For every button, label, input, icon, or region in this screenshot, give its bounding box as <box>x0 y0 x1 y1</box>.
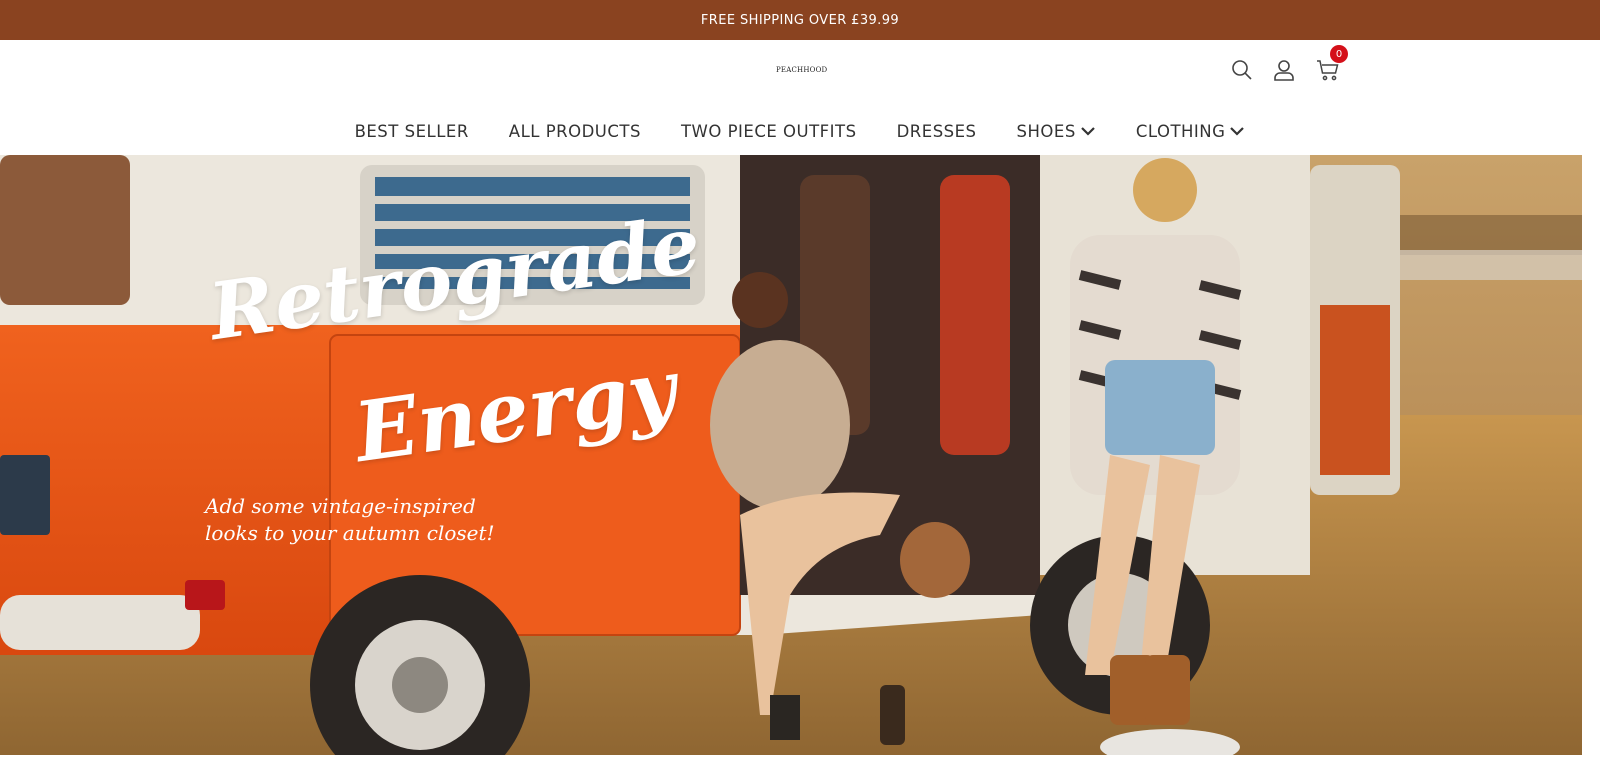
nav-item-two-piece-outfits[interactable]: TWO PIECE OUTFITS <box>681 118 857 144</box>
nav-item-label: TWO PIECE OUTFITS <box>680 121 857 141</box>
search-icon <box>1230 58 1254 87</box>
account-button[interactable] <box>1269 57 1299 87</box>
cart-count-badge: 0 <box>1330 45 1348 63</box>
announcement-text: FREE SHIPPING OVER £39.99 <box>700 12 900 28</box>
nav-item-all-products[interactable]: ALL PRODUCTS <box>509 118 641 144</box>
hero-banner: Retrograde Energy Add some vintage-inspi… <box>0 155 1582 755</box>
nav-item-label: DRESSES <box>896 121 977 141</box>
search-button[interactable] <box>1227 57 1257 87</box>
nav-item-clothing[interactable]: CLOTHING <box>1136 118 1246 144</box>
chevron-down-icon <box>1230 127 1245 136</box>
logo[interactable]: PEACHHOOD <box>776 66 827 74</box>
nav-item-label: ALL PRODUCTS <box>508 121 641 141</box>
chevron-down-icon <box>1081 127 1095 136</box>
nav-item-best-seller[interactable]: BEST SELLER <box>355 118 469 144</box>
nav-item-dresses[interactable]: DRESSES <box>897 118 977 144</box>
nav-item-label: SHOES <box>1016 121 1076 141</box>
nav-item-shoes[interactable]: SHOES <box>1017 118 1096 144</box>
hero-image <box>0 155 1582 755</box>
announcement-bar: FREE SHIPPING OVER £39.99 <box>0 0 1600 40</box>
nav-item-label: CLOTHING <box>1135 121 1226 141</box>
hero-subtitle: Add some vintage-inspired looks to your … <box>205 494 495 545</box>
main-nav: BEST SELLER ALL PRODUCTS TWO PIECE OUTFI… <box>0 118 1600 144</box>
nav-item-label: BEST SELLER <box>354 121 469 141</box>
account-icon <box>1272 58 1296 87</box>
